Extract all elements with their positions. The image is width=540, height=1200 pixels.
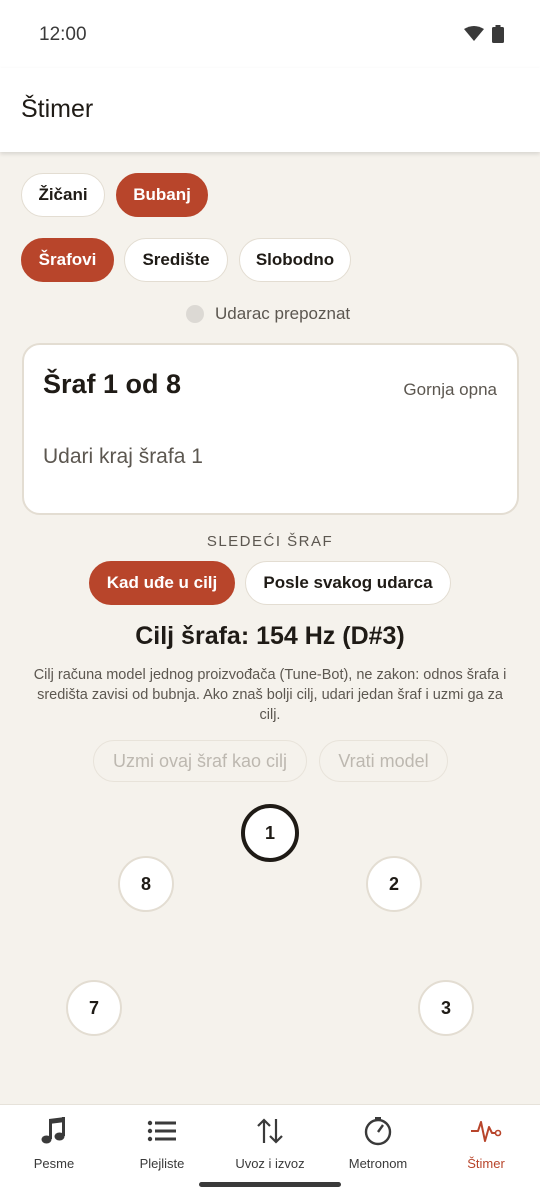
lug-card: Šraf 1 od 8 Gornja opna Udari kraj šrafa… [22,343,519,515]
chip-center[interactable]: Središte [124,238,228,282]
lug-1[interactable]: 1 [241,804,299,862]
chip-lugs[interactable]: Šrafovi [21,238,114,282]
page-title: Štimer [21,95,94,123]
detection-dot-icon [186,305,204,323]
use-lug-as-target-button[interactable]: Uzmi ovaj šraf kao cilj [93,740,307,782]
nav-playlists[interactable]: Plejliste [108,1105,216,1185]
lug-8[interactable]: 8 [118,856,174,912]
nav-label: Štimer [467,1156,505,1171]
lug-instruction: Udari kraj šrafa 1 [43,445,203,468]
metronome-icon [363,1115,393,1147]
home-indicator[interactable] [199,1182,341,1187]
wifi-icon [464,26,484,41]
chip-strings[interactable]: Žičani [21,173,105,217]
nav-metronome[interactable]: Metronom [324,1105,432,1185]
nav-label: Plejliste [139,1156,185,1171]
import-export-icon [255,1115,285,1147]
target-frequency: Cilj šrafa: 154 Hz (D#3) [135,622,405,650]
lug-3[interactable]: 3 [418,980,474,1036]
next-lug-label: SLEDEĆI ŠRAF [206,533,334,550]
next-lug-after-hit-button[interactable]: Posle svakog udarca [245,561,451,605]
chip-drum[interactable]: Bubanj [116,173,208,217]
status-time: 12:00 [39,24,87,45]
drum-head-label: Gornja opna [403,380,497,399]
app-bar: Štimer [0,68,540,152]
lug-2[interactable]: 2 [366,856,422,912]
nav-label: Metronom [348,1156,408,1171]
list-icon [147,1115,177,1147]
music-note-icon [40,1115,68,1147]
status-bar: 12:00 [0,0,540,68]
next-lug-on-target-button[interactable]: Kad uđe u cilj [89,561,235,605]
nav-label: Pesme [33,1156,75,1171]
battery-icon [492,25,504,43]
lug-7[interactable]: 7 [66,980,122,1036]
reset-model-button[interactable]: Vrati model [319,740,448,782]
lug-card-title: Šraf 1 od 8 [43,369,182,399]
pulse-icon [470,1115,502,1147]
target-note: Cilj računa model jednog proizvođača (Tu… [33,667,507,723]
detection-label: Udarac prepoznat [215,304,351,323]
chip-free[interactable]: Slobodno [239,238,351,282]
nav-import-export[interactable]: Uvoz i izvoz [216,1105,324,1185]
nav-tuner[interactable]: Štimer [432,1105,540,1185]
nav-label: Uvoz i izvoz [235,1156,305,1171]
nav-songs[interactable]: Pesme [0,1105,108,1185]
hit-detection-indicator: Udarac prepoznat [186,304,350,324]
